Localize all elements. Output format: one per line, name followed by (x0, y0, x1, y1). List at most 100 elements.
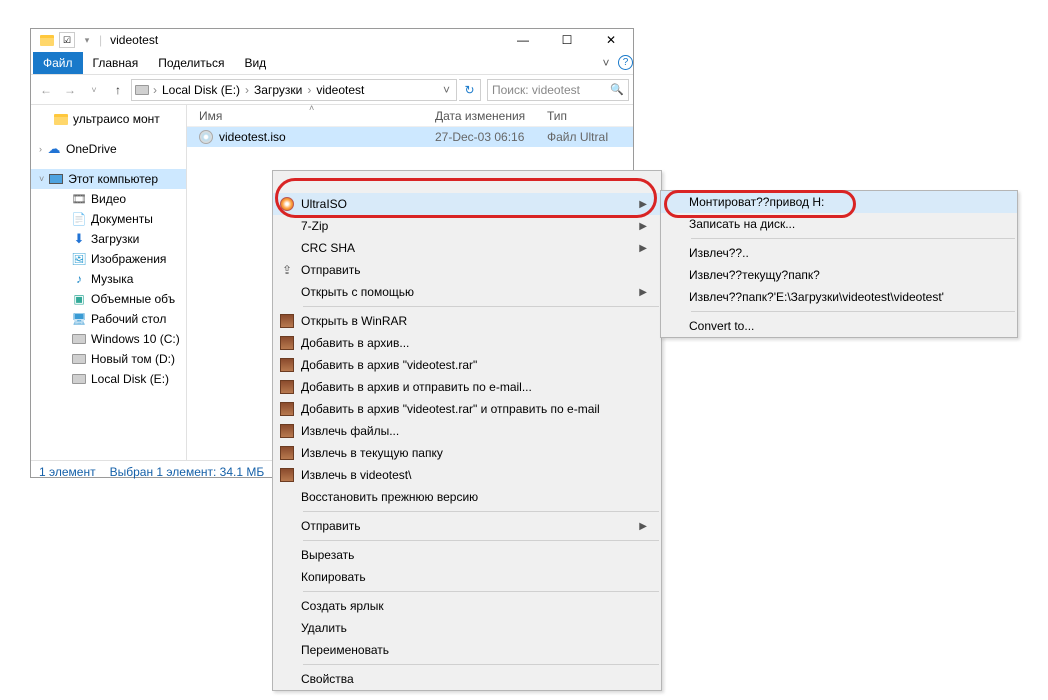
minimize-button[interactable]: — (501, 29, 545, 51)
documents-icon: 📄 (71, 211, 87, 227)
qat-properties-icon[interactable]: ☑ (59, 32, 75, 48)
status-count: 1 элемент (39, 465, 96, 479)
column-date[interactable]: Дата изменения (435, 109, 547, 123)
sub-convert[interactable]: Convert to... (661, 315, 1017, 337)
ctx-winrar-email[interactable]: Добавить в архив и отправить по e-mail..… (273, 376, 661, 398)
file-row[interactable]: videotest.iso 27-Dec-03 06:16 Файл Ultra… (187, 127, 633, 147)
refresh-button[interactable]: ↻ (459, 79, 481, 101)
ribbon: Файл Главная Поделиться Вид ˅ ? (31, 51, 633, 75)
ctx-restore[interactable]: Восстановить прежнюю версию (273, 486, 661, 508)
file-name: videotest.iso (219, 130, 286, 144)
search-placeholder: Поиск: videotest (492, 83, 580, 97)
winrar-icon (273, 380, 301, 394)
ctx-winrar-open[interactable]: Открыть в WinRAR (273, 310, 661, 332)
ctx-copy[interactable]: Копировать (273, 566, 661, 588)
drive-icon (71, 331, 87, 347)
qat-dropdown-icon[interactable]: ▾ (79, 32, 95, 48)
forward-button[interactable]: → (59, 79, 81, 101)
ctx-shortcut[interactable]: Создать ярлык (273, 595, 661, 617)
ctx-properties[interactable]: Свойства (273, 668, 661, 690)
column-headers: Имя Дата изменения Тип (187, 105, 633, 127)
help-button[interactable]: ? (618, 55, 633, 70)
maximize-button[interactable]: ☐ (545, 29, 589, 51)
address-bar[interactable]: › Local Disk (E:) › Загрузки › videotest… (131, 79, 457, 101)
ctx-ultraiso[interactable]: UltraISO▶ (273, 193, 661, 215)
ultraiso-icon (273, 197, 301, 211)
ctx-extract-here[interactable]: Извлечь в текущую папку (273, 442, 661, 464)
ctx-share[interactable]: ⇪Отправить (273, 259, 661, 281)
video-icon: 🎞 (71, 191, 87, 207)
ctx-winrar-add[interactable]: Добавить в архив... (273, 332, 661, 354)
winrar-icon (273, 402, 301, 416)
ctx-winrar-add-named[interactable]: Добавить в архив "videotest.rar" (273, 354, 661, 376)
chevron-right-icon: ▶ (639, 243, 647, 254)
sidebar-item-music[interactable]: ♪Музыка (31, 269, 186, 289)
sub-extract-current[interactable]: Извлеч??текущу?папк? (661, 264, 1017, 286)
separator (691, 238, 1015, 239)
ribbon-view-tab[interactable]: Вид (234, 52, 276, 74)
sidebar-item-pictures[interactable]: 🖼Изображения (31, 249, 186, 269)
breadcrumb[interactable]: Local Disk (E:) (160, 83, 242, 97)
up-button[interactable]: ↑ (107, 79, 129, 101)
separator (303, 306, 659, 307)
winrar-icon (273, 358, 301, 372)
back-button[interactable]: ← (35, 79, 57, 101)
computer-icon (48, 171, 64, 187)
ctx-open-ultraiso[interactable]: Открыть с помощью UltraISO (273, 171, 661, 193)
ctx-openwith[interactable]: Открыть с помощью▶ (273, 281, 661, 303)
downloads-icon: ⬇ (71, 231, 87, 247)
file-type: Файл UltraI (547, 130, 633, 144)
sub-burn[interactable]: Записать на диск... (661, 213, 1017, 235)
winrar-icon (273, 314, 301, 328)
sidebar-item-onedrive[interactable]: ›☁OneDrive (31, 139, 186, 159)
window-title: videotest (110, 33, 158, 47)
ribbon-file-tab[interactable]: Файл (33, 52, 83, 74)
sidebar-item-documents[interactable]: 📄Документы (31, 209, 186, 229)
ctx-cut[interactable]: Вырезать (273, 544, 661, 566)
pictures-icon: 🖼 (71, 251, 87, 267)
breadcrumb[interactable]: videotest (314, 83, 366, 97)
ctx-winrar-email-named[interactable]: Добавить в архив "videotest.rar" и отпра… (273, 398, 661, 420)
search-input[interactable]: Поиск: videotest 🔍 (487, 79, 629, 101)
sidebar-item-downloads[interactable]: ⬇Загрузки (31, 229, 186, 249)
column-type[interactable]: Тип (547, 109, 633, 123)
ribbon-share-tab[interactable]: Поделиться (148, 52, 234, 74)
sidebar-item-video[interactable]: 🎞Видео (31, 189, 186, 209)
chevron-right-icon: ▶ (639, 221, 647, 232)
ribbon-expand-button[interactable]: ˅ (594, 56, 618, 70)
cloud-icon: ☁ (46, 141, 62, 157)
sub-extract[interactable]: Извлеч??.. (661, 242, 1017, 264)
sub-extract-path[interactable]: Извлеч??папк?'E:\Загрузки\videotest\vide… (661, 286, 1017, 308)
sidebar-item-drive-d[interactable]: Новый том (D:) (31, 349, 186, 369)
ctx-sendto[interactable]: Отправить▶ (273, 515, 661, 537)
sidebar-item-3d[interactable]: ▣Объемные объ (31, 289, 186, 309)
ctx-extract-files[interactable]: Извлечь файлы... (273, 420, 661, 442)
winrar-icon (273, 446, 301, 460)
separator (303, 664, 659, 665)
sidebar-item-drive-c[interactable]: Windows 10 (C:) (31, 329, 186, 349)
ctx-7zip[interactable]: 7-Zip▶ (273, 215, 661, 237)
ctx-crcsha[interactable]: CRC SHA▶ (273, 237, 661, 259)
sub-mount[interactable]: Монтироват??привод H: (661, 191, 1017, 213)
sidebar-item-drive-e[interactable]: Local Disk (E:) (31, 369, 186, 389)
search-icon: 🔍 (610, 83, 624, 96)
sidebar-item-recent[interactable]: ультраисо монт (31, 109, 186, 129)
ctx-rename[interactable]: Переименовать (273, 639, 661, 661)
status-selection: Выбран 1 элемент: 34.1 МБ (110, 465, 265, 479)
close-button[interactable]: ✕ (589, 29, 633, 51)
address-dropdown[interactable]: ˅ (439, 83, 454, 97)
sidebar-item-desktop[interactable]: 🖥Рабочий стол (31, 309, 186, 329)
ctx-delete[interactable]: Удалить (273, 617, 661, 639)
music-icon: ♪ (71, 271, 87, 287)
history-button[interactable]: ˅ (83, 79, 105, 101)
drive-icon (134, 82, 150, 98)
title-bar: ☑ ▾ | videotest — ☐ ✕ (31, 29, 633, 51)
chevron-right-icon: ▶ (639, 199, 647, 210)
breadcrumb[interactable]: Загрузки (252, 83, 304, 97)
ribbon-home-tab[interactable]: Главная (83, 52, 149, 74)
separator (303, 540, 659, 541)
chevron-right-icon: ▶ (639, 287, 647, 298)
ctx-extract-to[interactable]: Извлечь в videotest\ (273, 464, 661, 486)
sidebar-item-thispc[interactable]: ˅Этот компьютер (31, 169, 186, 189)
separator (303, 511, 659, 512)
